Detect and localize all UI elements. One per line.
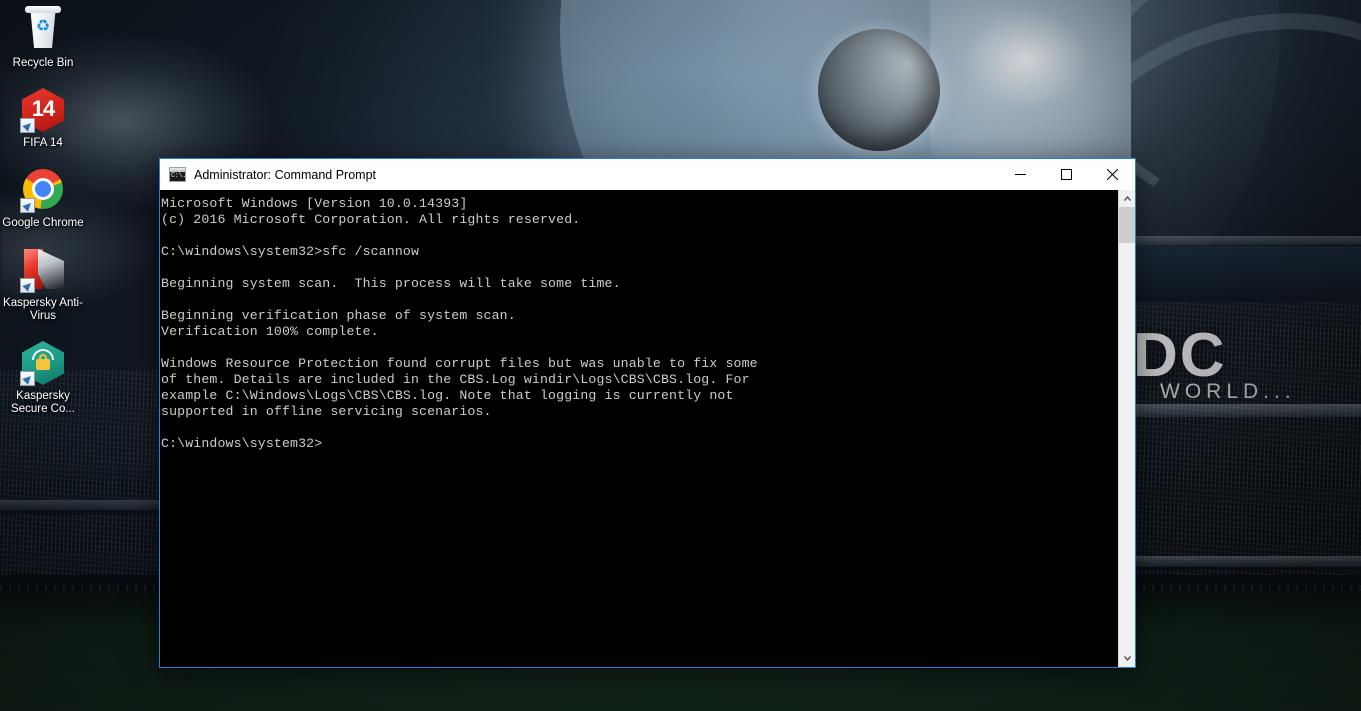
scrollbar-up-arrow-icon[interactable] <box>1119 190 1135 207</box>
console-output-area[interactable]: Microsoft Windows [Version 10.0.14393] (c… <box>160 190 1135 667</box>
console-line: Beginning verification phase of system s… <box>161 308 516 323</box>
console-line: example C:\Windows\Logs\CBS\CBS.log. Not… <box>161 388 734 403</box>
desktop-icon-label: Google Chrome <box>2 217 84 229</box>
wallpaper-moon <box>818 29 940 151</box>
kaspersky-antivirus-icon <box>19 246 67 294</box>
desktop-icon-label: Kaspersky Secure Co... <box>11 390 75 415</box>
desktop-icon-label: Kaspersky Anti-Virus <box>3 297 83 322</box>
command-prompt-icon-text: C:\. <box>171 172 186 180</box>
console-line: Microsoft Windows [Version 10.0.14393] <box>161 196 468 211</box>
console-scrollbar[interactable] <box>1118 190 1135 667</box>
command-prompt-icon: C:\. <box>169 167 186 182</box>
window-title: Administrator: Command Prompt <box>194 167 377 182</box>
desktop-icon-grid: ♻ Recycle Bin 14 FIFA 14 Google Chrome K… <box>0 6 86 432</box>
console-line: C:\windows\system32>sfc /scannow <box>161 244 420 259</box>
console-line: (c) 2016 Microsoft Corporation. All righ… <box>161 212 581 227</box>
command-prompt-window[interactable]: C:\. Administrator: Command Prompt Micro… <box>159 158 1136 668</box>
scrollbar-thumb[interactable] <box>1119 207 1135 243</box>
desktop-icon-label: Recycle Bin <box>12 57 74 69</box>
fifa-14-icon: 14 <box>19 86 67 134</box>
shortcut-arrow-icon <box>20 371 35 386</box>
console-line: Beginning system scan. This process will… <box>161 276 621 291</box>
maximize-button[interactable] <box>1043 159 1089 190</box>
desktop-icon-google-chrome[interactable]: Google Chrome <box>0 166 86 230</box>
window-titlebar[interactable]: C:\. Administrator: Command Prompt <box>160 159 1135 190</box>
desktop-icon-kaspersky-secure-connection[interactable]: Kaspersky Secure Co... <box>0 339 86 416</box>
shortcut-arrow-icon <box>20 278 35 293</box>
recycle-bin-icon: ♻ <box>19 6 67 54</box>
shortcut-arrow-icon <box>20 118 35 133</box>
console-line: C:\windows\system32> <box>161 436 323 451</box>
window-controls <box>997 159 1135 190</box>
desktop-icon-kaspersky-antivirus[interactable]: Kaspersky Anti-Virus <box>0 246 86 323</box>
scrollbar-track[interactable] <box>1119 207 1135 650</box>
desktop-icon-fifa-14[interactable]: 14 FIFA 14 <box>0 86 86 150</box>
console-line: Verification 100% complete. <box>161 324 379 339</box>
shortcut-arrow-icon <box>20 198 35 213</box>
kaspersky-secure-connection-icon <box>19 339 67 387</box>
desktop-icon-recycle-bin[interactable]: ♻ Recycle Bin <box>0 6 86 70</box>
console-text[interactable]: Microsoft Windows [Version 10.0.14393] (c… <box>160 190 1118 667</box>
wallpaper-stadium-subtext: WORLD... <box>1160 380 1296 403</box>
minimize-button[interactable] <box>997 159 1043 190</box>
console-line: Windows Resource Protection found corrup… <box>161 356 758 371</box>
scrollbar-down-arrow-icon[interactable] <box>1119 650 1135 667</box>
google-chrome-icon <box>19 166 67 214</box>
console-line: of them. Details are included in the CBS… <box>161 372 750 387</box>
console-line: supported in offline servicing scenarios… <box>161 404 492 419</box>
desktop-icon-label: FIFA 14 <box>23 137 63 149</box>
close-button[interactable] <box>1089 159 1135 190</box>
